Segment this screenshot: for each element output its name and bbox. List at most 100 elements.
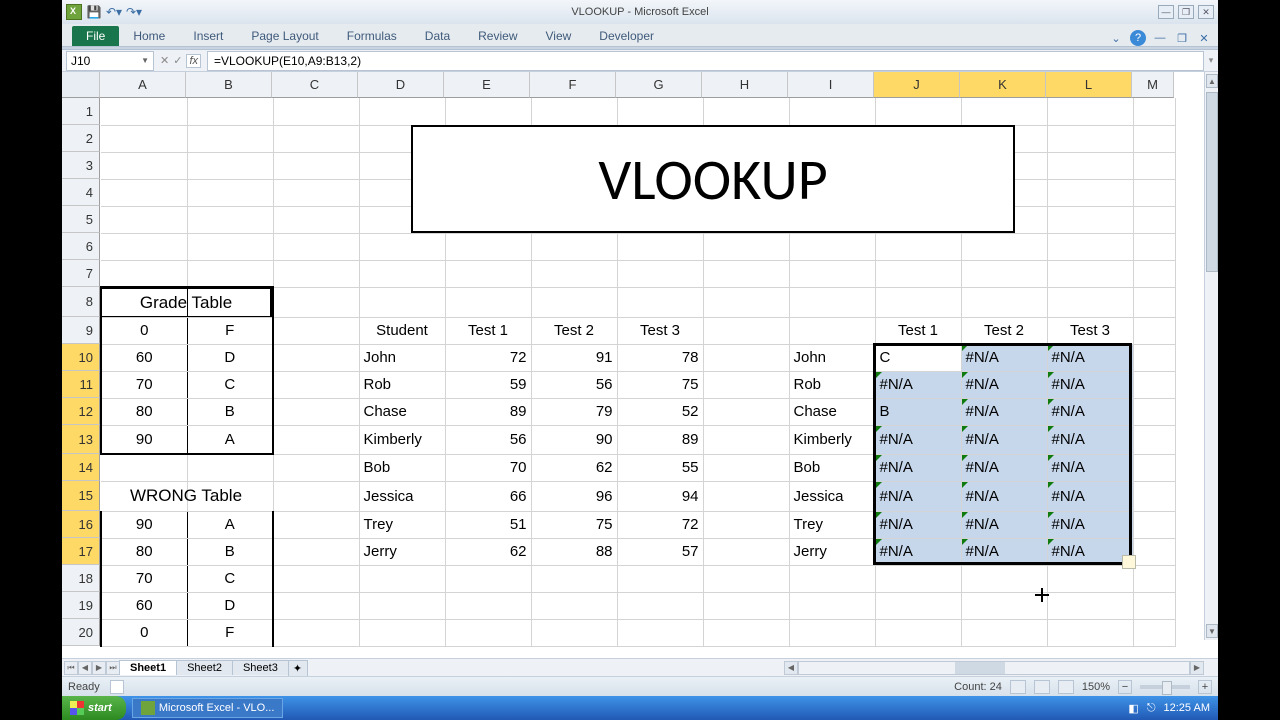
cell[interactable]: 90: [101, 425, 187, 454]
cell[interactable]: [273, 152, 359, 179]
cell[interactable]: #N/A: [1047, 511, 1133, 538]
cell[interactable]: 59: [445, 371, 531, 398]
cell[interactable]: 66: [445, 481, 531, 511]
cell[interactable]: [875, 206, 961, 233]
cell[interactable]: Rob: [789, 371, 875, 398]
zoom-slider[interactable]: [1140, 685, 1190, 689]
cell[interactable]: [187, 125, 273, 152]
row-header[interactable]: 18: [62, 565, 100, 592]
cell[interactable]: Rob: [359, 371, 445, 398]
column-header[interactable]: F: [530, 72, 616, 98]
file-tab[interactable]: File: [72, 26, 119, 46]
redo-icon[interactable]: ↷▾: [126, 4, 142, 20]
cell[interactable]: [617, 206, 703, 233]
cell[interactable]: [875, 565, 961, 592]
cell[interactable]: D: [187, 344, 273, 371]
cell[interactable]: [187, 260, 273, 287]
cell[interactable]: [961, 152, 1047, 179]
cell[interactable]: [1133, 287, 1175, 317]
column-header[interactable]: K: [960, 72, 1046, 98]
cell[interactable]: [531, 125, 617, 152]
macro-record-icon[interactable]: [110, 680, 124, 694]
cell[interactable]: [273, 511, 359, 538]
cell[interactable]: [617, 152, 703, 179]
taskbar-item[interactable]: Microsoft Excel - VLO...: [132, 698, 284, 718]
cell[interactable]: [1133, 511, 1175, 538]
cell[interactable]: 75: [617, 371, 703, 398]
cell[interactable]: #N/A: [875, 454, 961, 481]
cell[interactable]: [273, 371, 359, 398]
cell[interactable]: #N/A: [1047, 371, 1133, 398]
cell[interactable]: D: [187, 592, 273, 619]
cell[interactable]: [789, 152, 875, 179]
cell[interactable]: [703, 425, 789, 454]
column-header[interactable]: J: [874, 72, 960, 98]
cell[interactable]: [187, 152, 273, 179]
cell[interactable]: #N/A: [1047, 425, 1133, 454]
view-normal-icon[interactable]: [1010, 680, 1026, 694]
new-sheet-icon[interactable]: ✦: [288, 660, 308, 676]
cell[interactable]: [1047, 287, 1133, 317]
cell[interactable]: #N/A: [1047, 481, 1133, 511]
cell[interactable]: #N/A: [961, 398, 1047, 425]
cell[interactable]: [101, 233, 187, 260]
row-header[interactable]: 2: [62, 125, 100, 152]
column-header[interactable]: M: [1132, 72, 1174, 98]
cell[interactable]: 51: [445, 511, 531, 538]
cell[interactable]: [1133, 398, 1175, 425]
cell[interactable]: 55: [617, 454, 703, 481]
close-button[interactable]: ✕: [1198, 5, 1214, 19]
cell[interactable]: [359, 592, 445, 619]
cell[interactable]: #N/A: [961, 344, 1047, 371]
cell[interactable]: [101, 179, 187, 206]
ribbon-tab[interactable]: Developer: [585, 26, 668, 46]
row-header[interactable]: 3: [62, 152, 100, 179]
cell[interactable]: [531, 565, 617, 592]
tray-icon[interactable]: ◧: [1128, 702, 1138, 715]
cell[interactable]: [1133, 425, 1175, 454]
cell[interactable]: #N/A: [961, 454, 1047, 481]
cell[interactable]: [617, 233, 703, 260]
cell[interactable]: [703, 592, 789, 619]
cell[interactable]: [101, 260, 187, 287]
row-header[interactable]: 7: [62, 260, 100, 287]
cell[interactable]: #N/A: [1047, 344, 1133, 371]
cell[interactable]: C: [875, 344, 961, 371]
cell[interactable]: [961, 233, 1047, 260]
cell[interactable]: #N/A: [1047, 538, 1133, 565]
cell[interactable]: #N/A: [875, 511, 961, 538]
cell[interactable]: [703, 125, 789, 152]
cell[interactable]: [273, 481, 359, 511]
cell[interactable]: [1133, 619, 1175, 646]
ribbon-tab[interactable]: Home: [119, 26, 179, 46]
cell[interactable]: B: [875, 398, 961, 425]
row-header[interactable]: 12: [62, 398, 100, 425]
cell[interactable]: [273, 619, 359, 646]
ribbon-tab[interactable]: Formulas: [333, 26, 411, 46]
cell[interactable]: [703, 454, 789, 481]
cell[interactable]: [187, 98, 273, 125]
spreadsheet-grid[interactable]: ABCDEFGHIJKLM 12345678910111213141516171…: [62, 72, 1218, 658]
cell[interactable]: [703, 511, 789, 538]
cell[interactable]: [703, 371, 789, 398]
cell[interactable]: Test 3: [617, 317, 703, 344]
cell[interactable]: [961, 592, 1047, 619]
cell[interactable]: F: [187, 619, 273, 646]
cell[interactable]: [273, 233, 359, 260]
cell[interactable]: [617, 260, 703, 287]
sheet-nav-prev-icon[interactable]: ◀: [78, 661, 92, 675]
cell[interactable]: [531, 260, 617, 287]
cell[interactable]: [273, 565, 359, 592]
row-header[interactable]: 8: [62, 287, 100, 317]
cell[interactable]: [617, 619, 703, 646]
cell[interactable]: Trey: [359, 511, 445, 538]
cell[interactable]: [617, 565, 703, 592]
cell[interactable]: [789, 619, 875, 646]
cell[interactable]: [273, 344, 359, 371]
column-header[interactable]: E: [444, 72, 530, 98]
cell[interactable]: [789, 317, 875, 344]
cell[interactable]: [875, 98, 961, 125]
cell[interactable]: #N/A: [961, 481, 1047, 511]
cell[interactable]: [703, 565, 789, 592]
cell[interactable]: [617, 287, 703, 317]
